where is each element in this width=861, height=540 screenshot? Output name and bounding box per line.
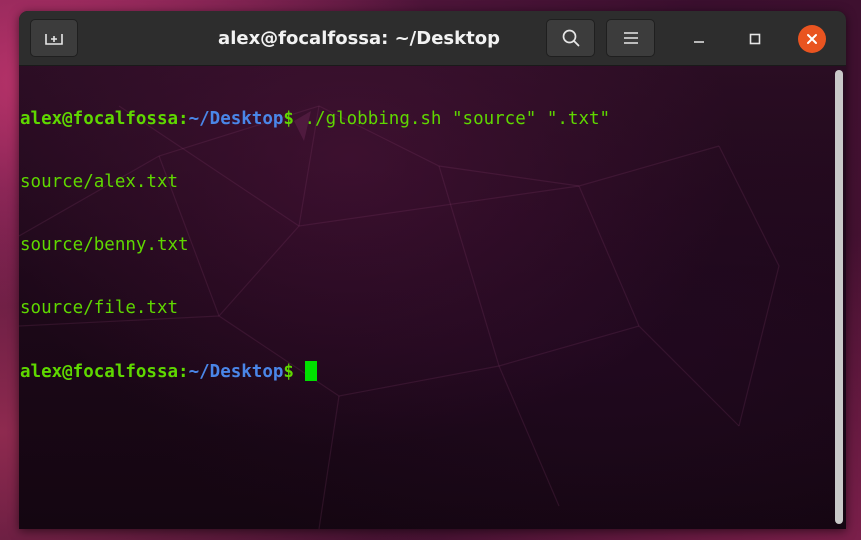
prompt-separator: : [178,362,189,382]
output-line: source/file.txt [20,298,179,318]
prompt-user-host: alex@focalfossa [20,109,179,129]
output-line: source/benny.txt [20,235,189,255]
prompt-symbol: $ [283,109,294,129]
prompt-user-host: alex@focalfossa [20,362,179,382]
search-button[interactable] [546,19,595,57]
command-text [294,362,305,382]
prompt-symbol: $ [283,362,294,382]
title-bar[interactable]: alex@focalfossa: ~/Desktop [19,11,846,66]
new-tab-icon [45,34,63,45]
maximize-icon [749,33,761,45]
text-cursor [304,361,317,381]
close-icon [807,34,817,44]
terminal-window: alex@focalfossa: ~/Desktop alex@focalfos… [19,11,846,529]
terminal-text: alex@focalfossa:~/Desktop$ ./globbing.sh… [20,67,610,424]
search-icon [562,29,579,47]
prompt-line: alex@focalfossa:~/Desktop$ ./globbing.sh… [20,109,610,130]
minimize-button[interactable] [685,25,713,53]
command-text: ./globbing.sh "source" ".txt" [293,109,611,129]
prompt-path: ~/Desktop [188,362,284,382]
prompt-separator: : [178,109,189,129]
close-button[interactable] [798,25,826,53]
scrollbar[interactable] [835,70,843,524]
maximize-button[interactable] [741,25,769,53]
menu-button[interactable] [606,19,655,57]
window-title: alex@focalfossa: ~/Desktop [218,28,500,49]
hamburger-menu-icon [623,32,638,44]
prompt-path: ~/Desktop [188,109,284,129]
new-tab-button[interactable] [30,19,78,57]
terminal-output-area[interactable]: alex@focalfossa:~/Desktop$ ./globbing.sh… [19,66,846,529]
prompt-line: alex@focalfossa:~/Desktop$ [20,361,610,382]
output-line: source/alex.txt [20,172,179,192]
minimize-icon [694,41,704,43]
